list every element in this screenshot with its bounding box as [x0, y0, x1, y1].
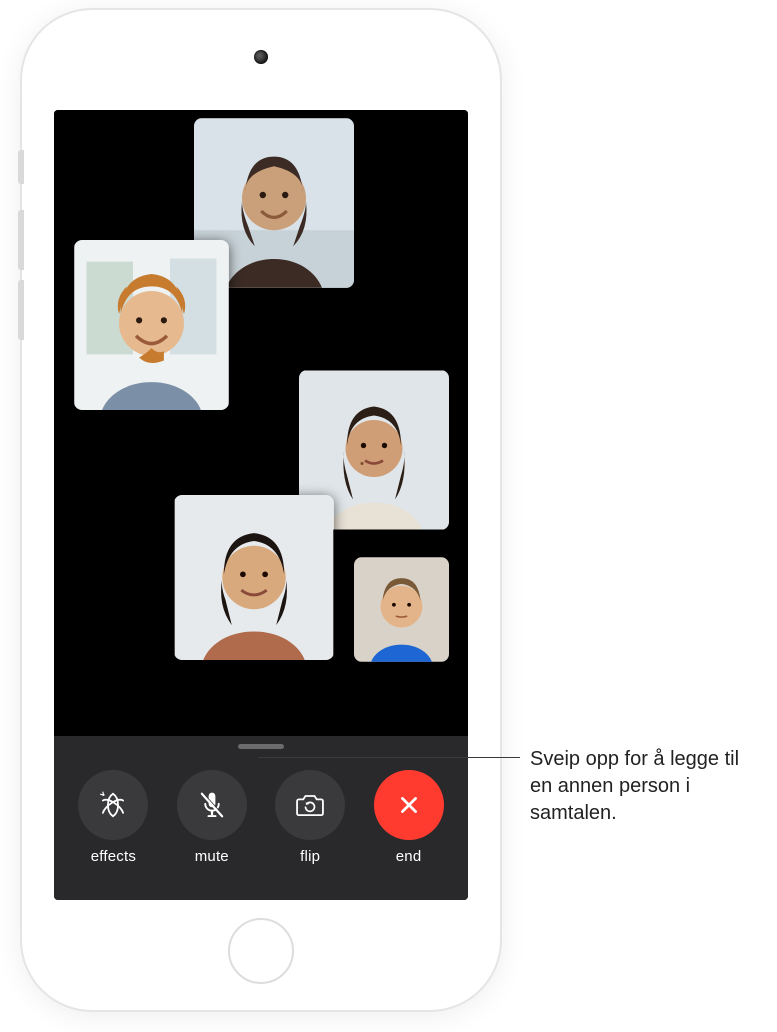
mute-icon	[194, 787, 230, 823]
effects-button[interactable]: effects	[74, 770, 152, 865]
call-control-panel[interactable]: effects	[54, 736, 468, 900]
front-camera	[254, 50, 268, 64]
callout-text: Sveip opp for å legge til en annen perso…	[530, 746, 762, 827]
screen: effects	[54, 110, 468, 900]
flip-label: flip	[300, 848, 320, 865]
end-call-button[interactable]: end	[370, 770, 448, 865]
end-label: end	[396, 848, 422, 865]
effects-icon	[95, 787, 131, 823]
effects-label: effects	[91, 848, 136, 865]
device-volume-down	[18, 280, 24, 340]
participant-avatar	[74, 240, 229, 410]
participant-avatar	[354, 557, 449, 662]
mute-label: mute	[195, 848, 229, 865]
controls-row: effects	[54, 770, 468, 865]
device-side-button	[18, 150, 24, 184]
close-x-icon	[394, 790, 424, 820]
device-frame: effects	[22, 10, 500, 1010]
self-view-tile[interactable]	[354, 557, 449, 662]
participant-tile[interactable]	[174, 495, 334, 660]
participant-tile[interactable]	[74, 240, 229, 410]
device-volume-up	[18, 210, 24, 270]
panel-grabber[interactable]	[238, 744, 284, 749]
home-button[interactable]	[228, 918, 294, 984]
flip-camera-icon	[292, 787, 328, 823]
participant-avatar	[174, 495, 334, 660]
mute-button[interactable]: mute	[173, 770, 251, 865]
flip-camera-button[interactable]: flip	[271, 770, 349, 865]
callout-leader-line	[258, 757, 520, 758]
video-call-area[interactable]	[54, 110, 468, 735]
